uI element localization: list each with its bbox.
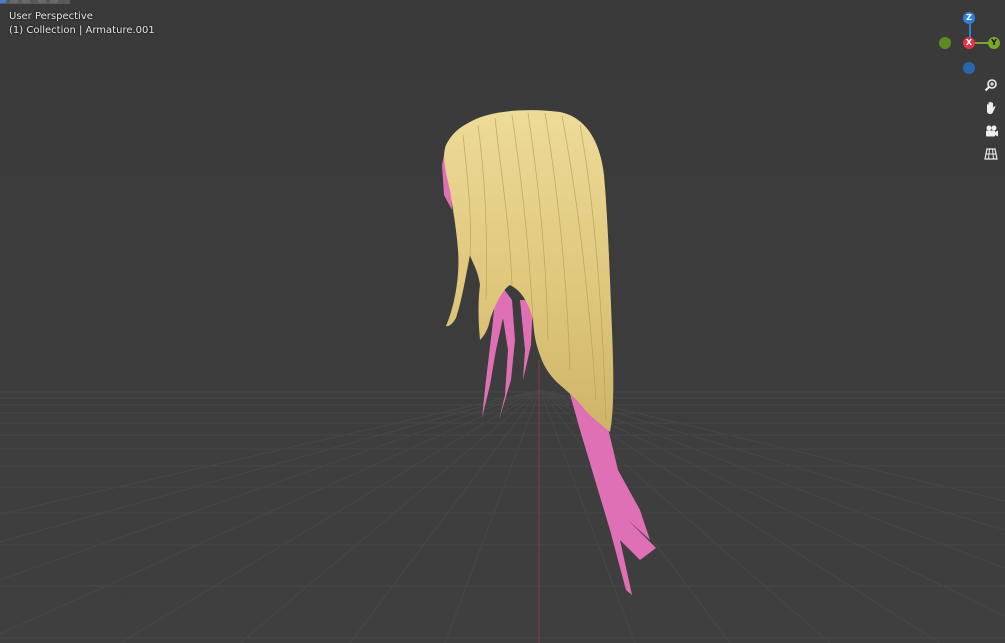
gizmo-x-axis[interactable]: X — [963, 37, 975, 49]
viewport-mode-label: User Perspective — [9, 11, 93, 22]
ortho-toggle-button[interactable] — [980, 144, 1002, 164]
gizmo-neg-y-axis[interactable] — [939, 37, 951, 49]
viewport-scene[interactable] — [0, 0, 1005, 643]
hand-pan-icon — [984, 101, 998, 115]
active-object-label: (1) Collection | Armature.001 — [9, 25, 155, 36]
pan-button[interactable] — [980, 98, 1002, 118]
zoom-button[interactable] — [980, 75, 1002, 95]
navigation-gizmo[interactable]: Z X Y — [930, 8, 1005, 78]
camera-view-button[interactable] — [980, 121, 1002, 141]
grid-ortho-icon — [984, 147, 998, 161]
zoom-icon — [984, 78, 998, 92]
3d-viewport[interactable]: User Perspective (1) Collection | Armatu… — [0, 0, 1005, 643]
gizmo-y-axis[interactable]: Y — [988, 37, 1000, 49]
gizmo-neg-z-axis[interactable] — [963, 62, 975, 74]
gizmo-z-axis[interactable]: Z — [963, 12, 975, 24]
camera-icon — [984, 124, 999, 138]
